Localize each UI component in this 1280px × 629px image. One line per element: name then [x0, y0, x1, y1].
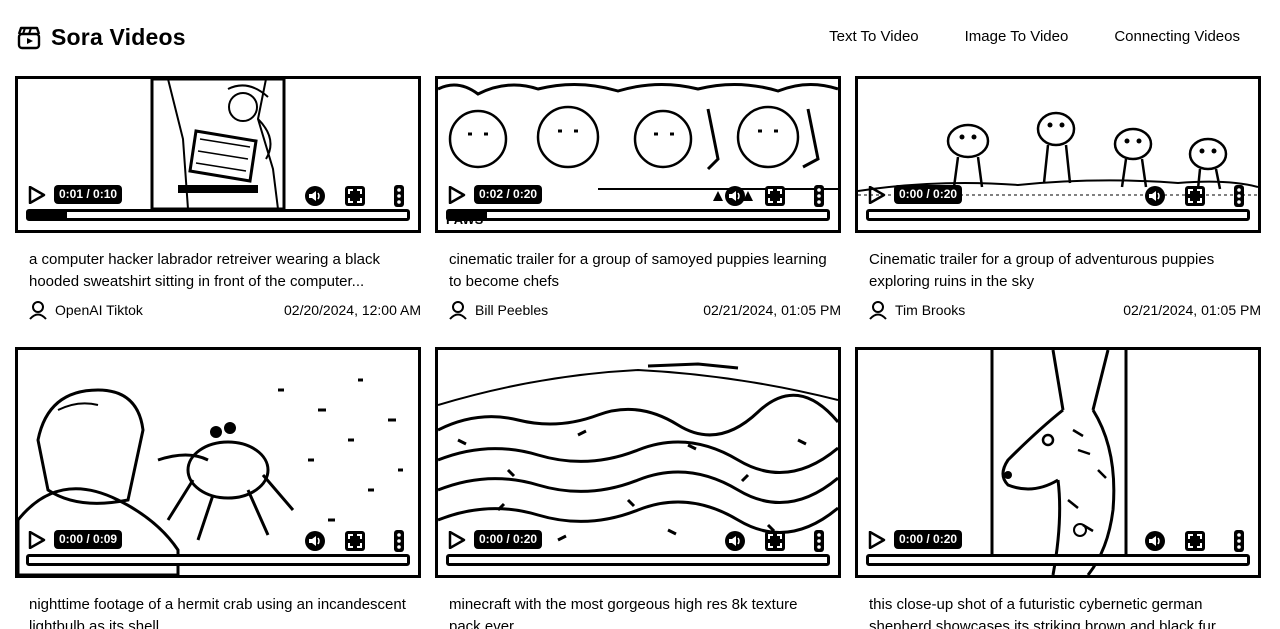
play-icon[interactable]	[448, 186, 466, 204]
post-date: 02/21/2024, 01:05 PM	[1123, 302, 1261, 318]
more-options-icon[interactable]	[1234, 530, 1244, 552]
time-display: 0:00 / 0:09	[54, 530, 123, 549]
time-display: 0:00 / 0:20	[474, 530, 543, 549]
video-player[interactable]: 0:00 / 0:20	[435, 347, 841, 578]
volume-icon[interactable]	[724, 530, 746, 552]
progress-bar[interactable]	[446, 554, 830, 566]
video-card: 0:00 / 0:09 nighttime footage of a hermi…	[15, 347, 421, 629]
video-card: PAWS 0:02 / 0:20 cinematic trailer for a…	[435, 76, 841, 321]
volume-icon[interactable]	[304, 530, 326, 552]
more-options-icon[interactable]	[394, 530, 404, 552]
progress-bar[interactable]	[446, 209, 830, 221]
video-meta: Bill Peebles 02/21/2024, 01:05 PM	[435, 299, 841, 321]
video-player[interactable]: 0:00 / 0:20	[855, 76, 1261, 233]
video-meta: OpenAI Tiktok 02/20/2024, 12:00 AM	[15, 299, 421, 321]
author-avatar-icon	[29, 301, 47, 320]
video-player[interactable]: PAWS 0:02 / 0:20	[435, 76, 841, 233]
author-name: OpenAI Tiktok	[55, 302, 143, 318]
volume-icon[interactable]	[724, 185, 746, 207]
more-options-icon[interactable]	[1234, 185, 1244, 207]
play-icon[interactable]	[868, 186, 886, 204]
header: Sora Videos Text To Video Image To Video…	[0, 0, 1280, 74]
author-name: Tim Brooks	[895, 302, 966, 318]
fullscreen-icon[interactable]	[764, 185, 786, 207]
progress-fill	[449, 212, 487, 218]
play-icon[interactable]	[868, 531, 886, 549]
video-caption[interactable]: this close-up shot of a futuristic cyber…	[855, 594, 1261, 629]
video-caption[interactable]: a computer hacker labrador retreiver wea…	[15, 249, 421, 293]
play-icon[interactable]	[28, 186, 46, 204]
post-date: 02/21/2024, 01:05 PM	[703, 302, 841, 318]
logo[interactable]: Sora Videos	[16, 24, 186, 51]
nav-image-to-video[interactable]: Image To Video	[965, 28, 1069, 45]
video-controls: 0:00 / 0:09	[18, 527, 418, 575]
video-card: 0:00 / 0:20 this close-up shot of a futu…	[855, 347, 1261, 629]
app-title: Sora Videos	[51, 24, 186, 50]
more-options-icon[interactable]	[814, 530, 824, 552]
volume-icon[interactable]	[1144, 185, 1166, 207]
video-meta: Tim Brooks 02/21/2024, 01:05 PM	[855, 299, 1261, 321]
video-player[interactable]: 0:00 / 0:20	[855, 347, 1261, 578]
more-options-icon[interactable]	[394, 185, 404, 207]
progress-bar[interactable]	[866, 209, 1250, 221]
fullscreen-icon[interactable]	[344, 530, 366, 552]
video-card: 0:00 / 0:20 Cinematic trailer for a grou…	[855, 76, 1261, 321]
play-icon[interactable]	[448, 531, 466, 549]
time-display: 0:00 / 0:20	[894, 185, 963, 204]
progress-bar[interactable]	[26, 209, 410, 221]
time-display: 0:01 / 0:10	[54, 185, 123, 204]
video-card: 0:00 / 0:20 minecraft with the most gorg…	[435, 347, 841, 629]
video-controls: 0:01 / 0:10	[18, 182, 418, 230]
top-nav: Text To Video Image To Video Connecting …	[783, 28, 1240, 45]
post-date: 02/20/2024, 12:00 AM	[284, 302, 421, 318]
video-controls: 0:00 / 0:20	[858, 527, 1258, 575]
time-display: 0:00 / 0:20	[894, 530, 963, 549]
volume-icon[interactable]	[1144, 530, 1166, 552]
author-avatar-icon	[869, 301, 887, 320]
fullscreen-icon[interactable]	[764, 530, 786, 552]
video-caption[interactable]: nighttime footage of a hermit crab using…	[15, 594, 421, 629]
video-controls: 0:02 / 0:20	[438, 182, 838, 230]
author-avatar-icon	[449, 301, 467, 320]
time-display: 0:02 / 0:20	[474, 185, 543, 204]
video-controls: 0:00 / 0:20	[858, 182, 1258, 230]
progress-fill	[29, 212, 67, 218]
nav-text-to-video[interactable]: Text To Video	[829, 28, 919, 45]
fullscreen-icon[interactable]	[1184, 185, 1206, 207]
fullscreen-icon[interactable]	[1184, 530, 1206, 552]
video-caption[interactable]: Cinematic trailer for a group of adventu…	[855, 249, 1261, 293]
more-options-icon[interactable]	[814, 185, 824, 207]
fullscreen-icon[interactable]	[344, 185, 366, 207]
progress-bar[interactable]	[26, 554, 410, 566]
video-controls: 0:00 / 0:20	[438, 527, 838, 575]
video-caption[interactable]: cinematic trailer for a group of samoyed…	[435, 249, 841, 293]
play-icon[interactable]	[28, 531, 46, 549]
clapperboard-icon	[17, 26, 41, 49]
video-caption[interactable]: minecraft with the most gorgeous high re…	[435, 594, 841, 629]
author-name: Bill Peebles	[475, 302, 549, 318]
progress-bar[interactable]	[866, 554, 1250, 566]
video-player[interactable]: 0:01 / 0:10	[15, 76, 421, 233]
video-player[interactable]: 0:00 / 0:09	[15, 347, 421, 578]
volume-icon[interactable]	[304, 185, 326, 207]
nav-connecting-videos[interactable]: Connecting Videos	[1114, 28, 1240, 45]
video-card: 0:01 / 0:10 a computer hacker labrador r…	[15, 76, 421, 321]
